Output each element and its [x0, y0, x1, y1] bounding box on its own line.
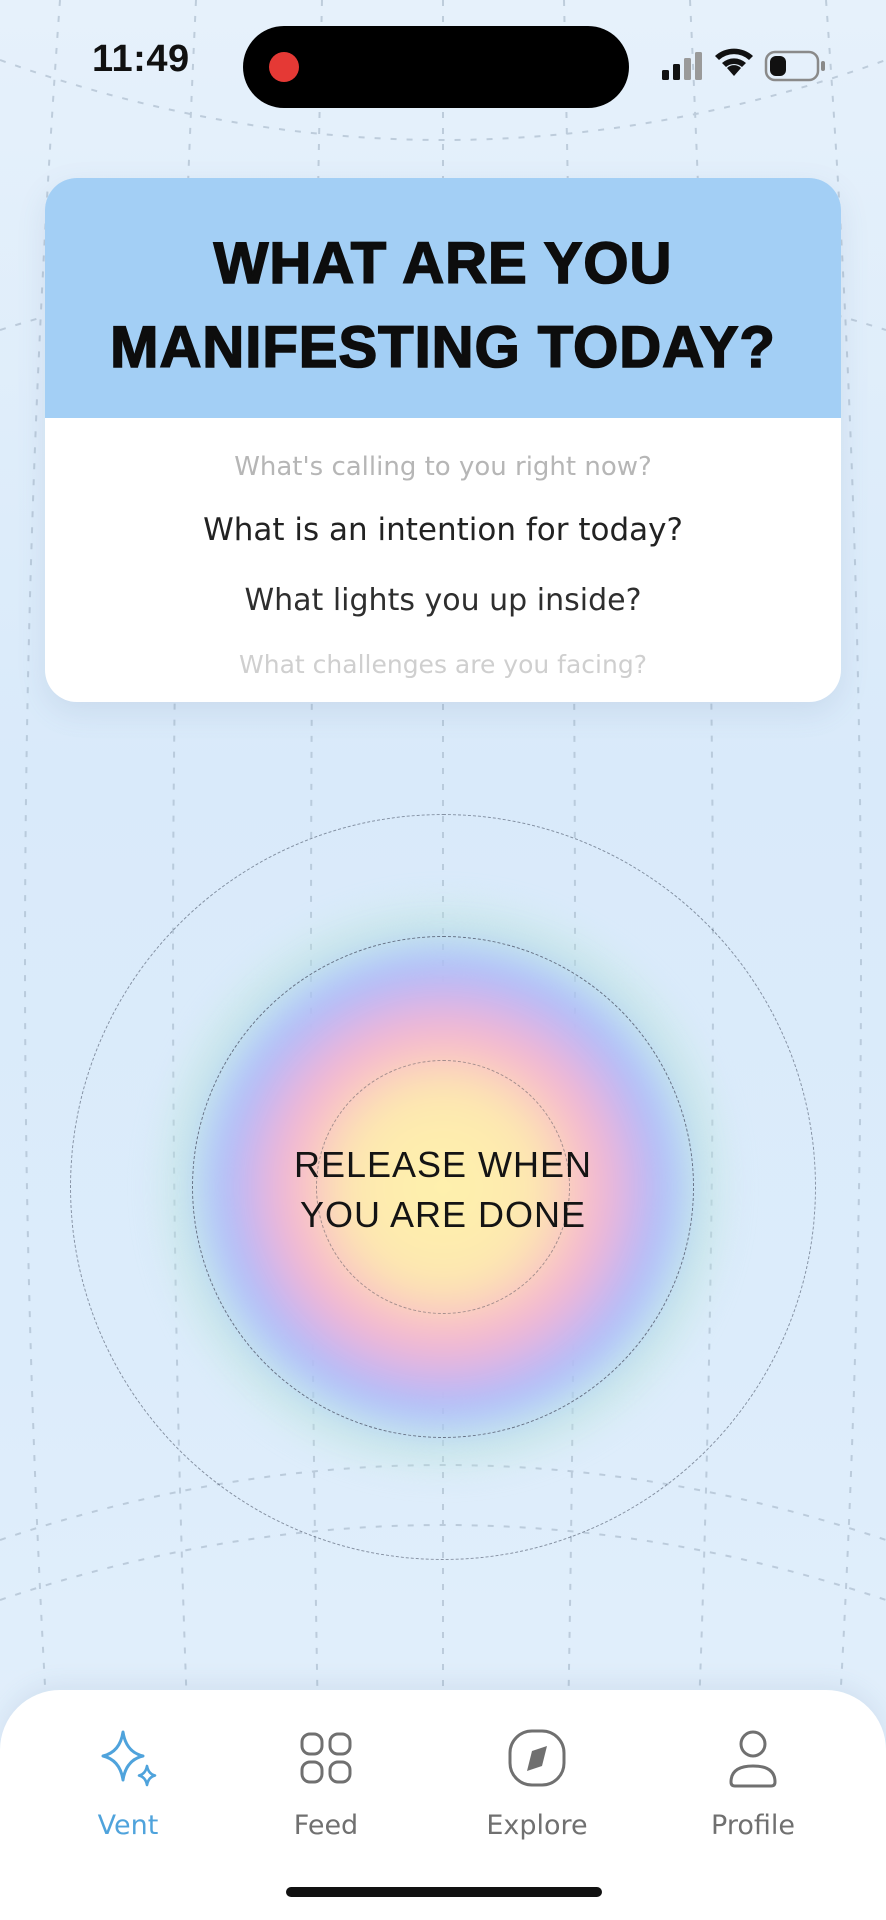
signal-icon	[662, 52, 702, 80]
release-orb[interactable]: RELEASE WHEN YOU ARE DONE	[70, 814, 816, 1560]
release-line-1: RELEASE WHEN	[293, 1144, 593, 1185]
bottom-tab-bar: Vent Feed Explore Profile	[0, 1690, 886, 1920]
tab-vent-label: Vent	[97, 1810, 159, 1841]
dynamic-island	[243, 26, 629, 108]
sparkle-icon	[101, 1730, 157, 1787]
person-icon	[729, 1730, 777, 1788]
prompt-card: WHAT ARE YOU MANIFESTING TODAY? What's c…	[45, 178, 841, 702]
card-title-line-1: WHAT ARE YOU	[213, 230, 673, 297]
prompt-option[interactable]: What lights you up inside?	[45, 583, 841, 618]
tab-feed[interactable]: Feed	[236, 1728, 416, 1878]
card-title-line-2: MANIFESTING TODAY?	[109, 314, 776, 381]
grid-icon	[300, 1732, 352, 1784]
home-indicator[interactable]	[286, 1887, 602, 1897]
tab-explore[interactable]: Explore	[447, 1728, 627, 1878]
tab-profile[interactable]: Profile	[663, 1728, 843, 1878]
prompt-option-selected[interactable]: What is an intention for today?	[45, 512, 841, 548]
release-line-2: YOU ARE DONE	[299, 1194, 587, 1235]
tab-profile-label: Profile	[711, 1810, 795, 1841]
recording-indicator	[269, 52, 299, 82]
card-title: WHAT ARE YOU MANIFESTING TODAY?	[45, 222, 841, 390]
tab-vent[interactable]: Vent	[38, 1728, 218, 1878]
card-header: WHAT ARE YOU MANIFESTING TODAY?	[45, 178, 841, 418]
status-time: 11:49	[92, 38, 190, 80]
tab-feed-label: Feed	[293, 1810, 359, 1841]
prompt-option[interactable]: What's calling to you right now?	[45, 452, 841, 482]
battery-icon	[764, 50, 825, 82]
tab-explore-label: Explore	[486, 1810, 588, 1841]
prompt-option[interactable]: What challenges are you facing?	[45, 650, 841, 679]
compass-icon	[508, 1729, 566, 1787]
status-icons	[662, 48, 825, 82]
release-instruction: RELEASE WHEN YOU ARE DONE	[70, 1140, 816, 1240]
wifi-icon	[715, 48, 753, 76]
